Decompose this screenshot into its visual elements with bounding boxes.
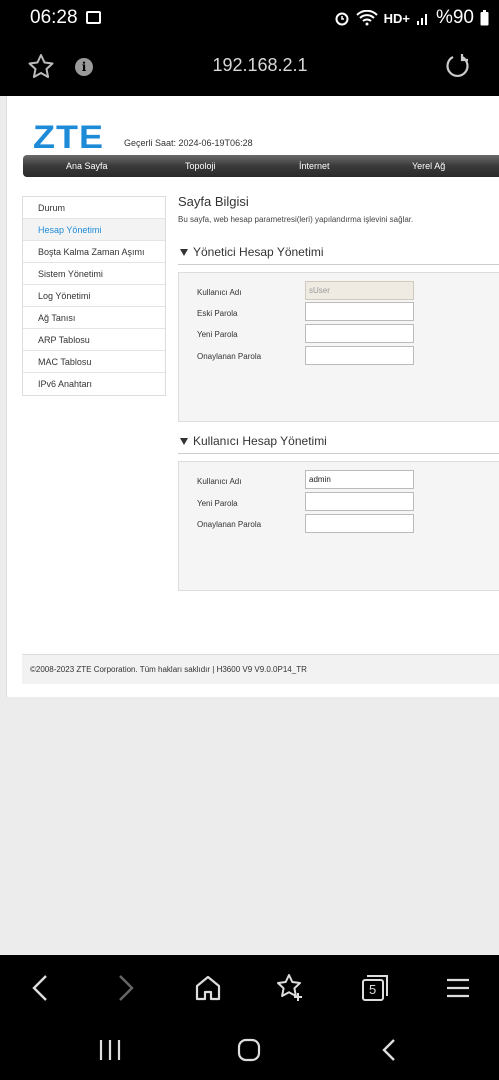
zte-logo: ZTE [33, 118, 104, 155]
recent-apps-icon[interactable] [97, 1038, 123, 1062]
user-account-panel: Kullanıcı Adı Yeni Parola Onaylanan Paro… [178, 461, 499, 591]
bookmarks-icon[interactable] [274, 971, 308, 1005]
admin-confirm-password-field[interactable] [305, 346, 414, 365]
home-icon[interactable] [191, 971, 225, 1005]
site-info-icon[interactable]: i [75, 58, 93, 76]
sidebar-item-arp-table[interactable]: ARP Tablosu [23, 329, 165, 351]
reload-icon[interactable] [442, 51, 472, 81]
admin-account-panel: Kullanıcı Adı Eski Parola Yeni Parola On… [178, 272, 499, 422]
nav-topology[interactable]: Topoloji [185, 161, 216, 171]
bookmark-star-icon[interactable] [26, 52, 56, 82]
signal-icon [416, 14, 427, 25]
user-confirm-password-field[interactable] [305, 514, 414, 533]
admin-new-password-label: Yeni Parola [197, 330, 238, 339]
admin-section-title: Yönetici Hesap Yönetimi [193, 245, 324, 259]
sidebar: Durum Hesap Yönetimi Boşta Kalma Zaman A… [22, 196, 166, 396]
status-time: 06:28 [30, 7, 78, 28]
system-navigation-bar [0, 1020, 499, 1080]
status-icons: HD+ %90 [334, 7, 489, 29]
browser-toolbar: 5 [0, 955, 499, 1020]
user-new-password-label: Yeni Parola [197, 499, 238, 508]
battery-icon [480, 10, 489, 26]
browser-address-bar: i 192.168.2.1 [0, 36, 499, 96]
current-time: Geçerli Saat: 2024-06-19T06:28 [124, 138, 253, 148]
alarm-icon [335, 12, 349, 26]
wifi-icon [355, 10, 378, 26]
router-web-page: ZTE Geçerli Saat: 2024-06-19T06:28 Ana S… [6, 96, 499, 697]
system-back-icon[interactable] [378, 1037, 402, 1063]
admin-confirm-password-label: Onaylanan Parola [197, 352, 262, 361]
network-type: HD+ [383, 10, 410, 26]
admin-username-field[interactable] [305, 281, 414, 300]
sidebar-item-system-management[interactable]: Sistem Yönetimi [23, 263, 165, 285]
nav-internet[interactable]: İnternet [299, 161, 330, 171]
page-info-description: Bu sayfa, web hesap parametresi(leri) ya… [178, 215, 414, 224]
collapse-arrow-icon [180, 438, 188, 445]
sidebar-item-mac-table[interactable]: MAC Tablosu [23, 351, 165, 373]
page-footer: ©2008-2023 ZTE Corporation. Tüm hakları … [22, 654, 499, 684]
page-info-title: Sayfa Bilgisi [178, 194, 249, 209]
admin-section-header[interactable]: Yönetici Hesap Yönetimi [178, 243, 499, 265]
sidebar-item-account-management[interactable]: Hesap Yönetimi [23, 219, 165, 241]
collapse-arrow-icon [180, 249, 188, 256]
tab-count: 5 [369, 982, 377, 997]
user-username-field[interactable] [305, 470, 414, 489]
admin-new-password-field[interactable] [305, 324, 414, 343]
main-nav: Ana Sayfa Topoloji İnternet Yerel Ağ [23, 155, 499, 177]
user-section-header[interactable]: Kullanıcı Hesap Yönetimi [178, 432, 499, 454]
nav-local-network[interactable]: Yerel Ağ [412, 161, 445, 171]
sidebar-item-network-diagnosis[interactable]: Ağ Tanısı [23, 307, 165, 329]
back-arrow-icon[interactable] [24, 971, 58, 1005]
main-content: Sayfa Bilgisi Bu sayfa, web hesap parame… [178, 194, 499, 591]
user-confirm-password-label: Onaylanan Parola [197, 520, 262, 529]
forward-arrow-icon[interactable] [108, 971, 142, 1005]
sidebar-item-ipv6-switch[interactable]: IPv6 Anahtarı [23, 373, 165, 395]
sidebar-item-idle-timeout[interactable]: Boşta Kalma Zaman Aşımı [23, 241, 165, 263]
admin-old-password-field[interactable] [305, 302, 414, 321]
menu-icon[interactable] [441, 971, 475, 1005]
url-text[interactable]: 192.168.2.1 [190, 55, 330, 76]
user-username-label: Kullanıcı Adı [197, 477, 242, 486]
admin-username-label: Kullanıcı Adı [197, 288, 242, 297]
admin-old-password-label: Eski Parola [197, 309, 238, 318]
gallery-icon [86, 11, 101, 24]
home-button-icon[interactable] [236, 1037, 262, 1063]
user-new-password-field[interactable] [305, 492, 414, 511]
tabs-button[interactable]: 5 [358, 971, 392, 1005]
sidebar-item-log-management[interactable]: Log Yönetimi [23, 285, 165, 307]
nav-home[interactable]: Ana Sayfa [66, 161, 108, 171]
user-section-title: Kullanıcı Hesap Yönetimi [193, 434, 327, 448]
status-bar: 06:28 HD+ %90 [0, 0, 499, 36]
battery-level: %90 [435, 7, 474, 28]
sidebar-item-status[interactable]: Durum [23, 197, 165, 219]
